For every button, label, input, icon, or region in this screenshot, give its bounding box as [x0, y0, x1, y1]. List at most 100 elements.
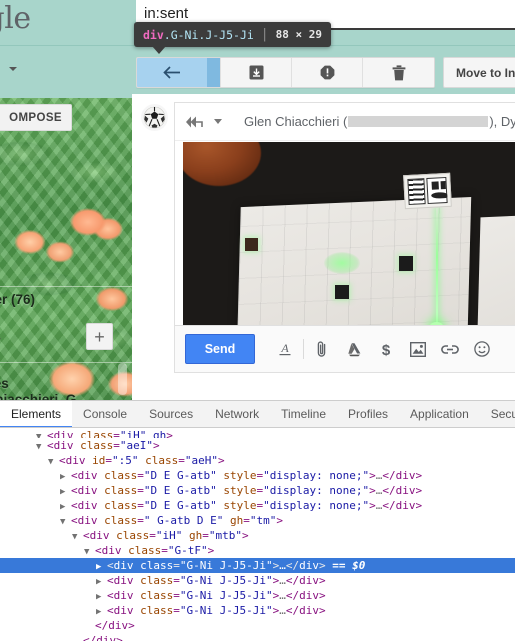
dom-token-punct: </	[382, 484, 396, 497]
devtools-tab-label: Security	[490, 406, 515, 421]
dom-node-row[interactable]: </div>	[0, 618, 515, 633]
insert-photo-button[interactable]	[402, 333, 434, 365]
back-button[interactable]	[137, 58, 208, 87]
devtools-tab-application[interactable]: Application	[399, 401, 480, 427]
dom-token-punct: >	[415, 469, 423, 482]
reply-options-caret-icon	[214, 119, 222, 124]
dom-node-row[interactable]: ▶ <div class="G-Ni J-J5-Ji">…</div>	[0, 588, 515, 603]
dom-node-row[interactable]: ▶ <div class="G-Ni J-J5-Ji">…</div>	[0, 603, 515, 618]
archive-button[interactable]	[221, 58, 292, 87]
google-logo[interactable]: ogle	[0, 2, 31, 36]
delete-button[interactable]	[363, 58, 434, 87]
dom-node-row[interactable]: ▶ <div class="D E G-atb" style="display: …	[0, 498, 515, 513]
dom-token-tagn: div	[395, 499, 416, 512]
dom-token-attrn: class	[109, 529, 150, 542]
add-contact-button[interactable]: +	[86, 323, 113, 350]
photo-cube-black-1	[335, 285, 349, 299]
format-text-button[interactable]: A	[269, 333, 301, 365]
dom-token-attrv: "G-tF"	[167, 544, 208, 557]
dom-token-punct: =	[173, 604, 180, 617]
dom-token-punct: <	[71, 514, 78, 527]
sidebar-item-6[interactable]: oby	[0, 332, 1, 347]
compose-button[interactable]: OMPOSE	[0, 104, 72, 131]
dom-node-row[interactable]: ▼ <div class="G-tF">	[0, 543, 515, 558]
devtools-tab-profiles[interactable]: Profiles	[337, 401, 399, 427]
dom-token-punct: </	[285, 604, 300, 617]
dom-node-row[interactable]: ▼ <div class="aeI">	[0, 438, 515, 453]
dom-token-punct: >	[318, 559, 326, 572]
devtools-tab-label: Application	[410, 406, 469, 421]
dom-token-punct: =	[113, 429, 120, 438]
dom-token-attrv: "aeH"	[184, 454, 218, 467]
dom-token-attrn: style	[216, 469, 257, 482]
sidebar-item-7[interactable]: Invites	[0, 376, 9, 391]
insert-drive-button[interactable]	[338, 333, 370, 365]
dom-token-attrn: id	[85, 454, 106, 467]
attach-file-button[interactable]	[306, 333, 338, 365]
message-attached-photo[interactable]	[183, 142, 515, 327]
sidebar-scrollbar-thumb[interactable]	[118, 363, 127, 395]
dom-token-punct: =	[137, 469, 144, 482]
dom-node-row[interactable]: ▼ <div class="iH" gh="mtb">	[0, 528, 515, 543]
dom-token-punct: <	[107, 604, 114, 617]
devtools-tab-console[interactable]: Console	[72, 401, 138, 427]
dom-token-tagn: div	[395, 484, 416, 497]
reply-all-button[interactable]	[185, 115, 222, 129]
insert-emoji-icon	[474, 341, 490, 357]
move-to-inbox-button[interactable]: Move to Inb	[443, 57, 515, 88]
dom-token-attrn: gh	[223, 514, 244, 527]
devtools-tab-sources[interactable]: Sources	[138, 401, 204, 427]
dom-node-row[interactable]: ▶ <div class="D E G-atb" style="display: …	[0, 483, 515, 498]
dom-token-tagn: div	[113, 589, 134, 602]
devtools-tab-security[interactable]: Security	[480, 401, 515, 427]
mail-mode-dropdown[interactable]: il	[0, 60, 18, 76]
dom-token-tagn: div	[299, 604, 319, 617]
dom-node-row[interactable]: ▶ <div class="G-Ni J-J5-Ji">…</div>	[0, 573, 515, 588]
dom-token-punct: >	[153, 439, 160, 452]
insert-emoji-button[interactable]	[466, 333, 498, 365]
plus-icon: +	[94, 326, 105, 347]
report-spam-button[interactable]	[292, 58, 363, 87]
photo-green-glow	[324, 252, 360, 274]
dom-node-row-selected[interactable]: ▶ <div class="G-Ni J-J5-Ji">…</div> == $0	[0, 558, 515, 573]
dom-token-punct: <	[47, 429, 54, 438]
dom-node-row[interactable]: ▶ <div class="D E G-atb" style="display: …	[0, 468, 515, 483]
devtools-tab-network[interactable]: Network	[204, 401, 270, 427]
devtools-dom-tree[interactable]: ▼ <div class="iH" gh> ▼ <div class="aeI"> ▼ <…	[0, 428, 515, 641]
insert-link-button[interactable]	[434, 333, 466, 365]
dom-token-attrv: "iH"	[155, 529, 183, 542]
photo-card-mark-3	[431, 191, 448, 199]
dom-token-attrn: class	[133, 559, 174, 572]
back-button-split-edge[interactable]	[208, 58, 221, 87]
devtools-tab-label: Elements	[11, 406, 62, 421]
dom-token-punct: <	[107, 574, 114, 587]
sidebar-item-5[interactable]: onster (76)	[0, 292, 35, 307]
send-button[interactable]: Send	[185, 334, 255, 364]
dom-node-row[interactable]: </div>	[0, 633, 515, 641]
compose-button-label: OMPOSE	[9, 111, 62, 124]
dom-token-attrv: "G-Ni J-J5-Ji"	[179, 574, 273, 587]
dom-token-tagn: div	[299, 574, 319, 587]
dom-token-attrn: class	[97, 484, 138, 497]
photo-cube-black-2	[399, 256, 413, 271]
dom-token-punct: =	[161, 544, 168, 557]
dom-token-attrn: class	[121, 544, 162, 557]
devtools-tab-timeline[interactable]: Timeline	[270, 401, 337, 427]
compose-toolbar-divider	[303, 339, 304, 359]
dom-token-punct: =	[178, 454, 185, 467]
dom-node-row[interactable]: ▼ <div id=":5" class="aeH">	[0, 453, 515, 468]
insert-money-button[interactable]: $	[370, 333, 402, 365]
devtools-tab-elements[interactable]: Elements	[0, 401, 73, 427]
dom-token-tagn: div	[96, 634, 117, 641]
message-header: Glen Chiacchieri (), Dyna	[175, 103, 515, 141]
svg-text:A: A	[280, 341, 289, 355]
sidebar-item-8[interactable]: en Chiacchieri, G...	[0, 392, 88, 400]
dom-token-punct: =	[173, 589, 180, 602]
dom-node-row[interactable]: ▼ <div class=" G-atb D E" gh="tm">	[0, 513, 515, 528]
dom-token-attrv: " G-atb D E"	[143, 514, 224, 527]
tooltip-class-names: .G-Ni.J-J5-Ji	[163, 27, 254, 42]
dom-token-attrv: "D E G-atb"	[143, 484, 217, 497]
dom-node-row[interactable]: ▼ <div class="iH" gh>	[0, 428, 515, 438]
sidebar-divider-2	[0, 362, 132, 363]
expand-twisty-open-icon[interactable]: ▼	[36, 430, 45, 438]
